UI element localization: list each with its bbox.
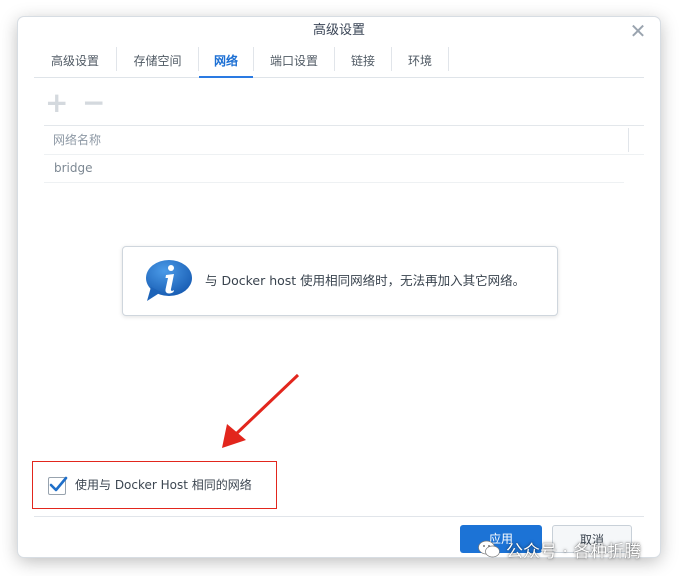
wechat-icon [478,540,500,558]
tab-divider [448,47,449,71]
tab-links[interactable]: 链接 [335,45,391,77]
footer-divider [34,516,644,517]
tab-environment[interactable]: 环境 [392,45,448,77]
column-divider [628,128,629,152]
use-host-network-checkbox[interactable] [48,476,68,495]
tab-port-settings[interactable]: 端口设置 [254,45,334,77]
plus-icon[interactable]: + [45,89,68,117]
dialog-title: 高级设置 [312,23,365,38]
table-row[interactable]: bridge [44,154,624,183]
checkmark-icon [49,476,68,492]
minus-icon[interactable]: − [82,89,105,117]
column-network-name[interactable]: 网络名称 [53,126,101,154]
info-icon [146,260,192,301]
network-name-cell: bridge [54,161,93,175]
tab-storage[interactable]: 存储空间 [117,45,198,77]
tab-network[interactable]: 网络 [199,45,253,78]
watermark-text: 公众号 · 各种折腾 [506,541,642,562]
info-tooltip: 与 Docker host 使用相同网络时，无法再加入其它网络。 [122,246,558,316]
annotation-highlight-box: 使用与 Docker Host 相同的网络 [32,461,277,509]
watermark: 公众号 · 各种折腾 [478,535,641,563]
use-host-network-label[interactable]: 使用与 Docker Host 相同的网络 [75,462,252,508]
tab-bar: 高级设置 存储空间 网络 端口设置 链接 环境 [34,45,644,78]
tooltip-text: 与 Docker host 使用相同网络时，无法再加入其它网络。 [205,273,526,288]
advanced-settings-dialog: 高级设置 ✕ 高级设置 存储空间 网络 端口设置 链接 环境 + − 网络名称 … [18,17,660,557]
tab-advanced[interactable]: 高级设置 [34,45,116,77]
close-icon[interactable]: ✕ [628,21,648,41]
table-header: 网络名称 [44,125,644,155]
red-annotation-arrow [222,373,300,448]
